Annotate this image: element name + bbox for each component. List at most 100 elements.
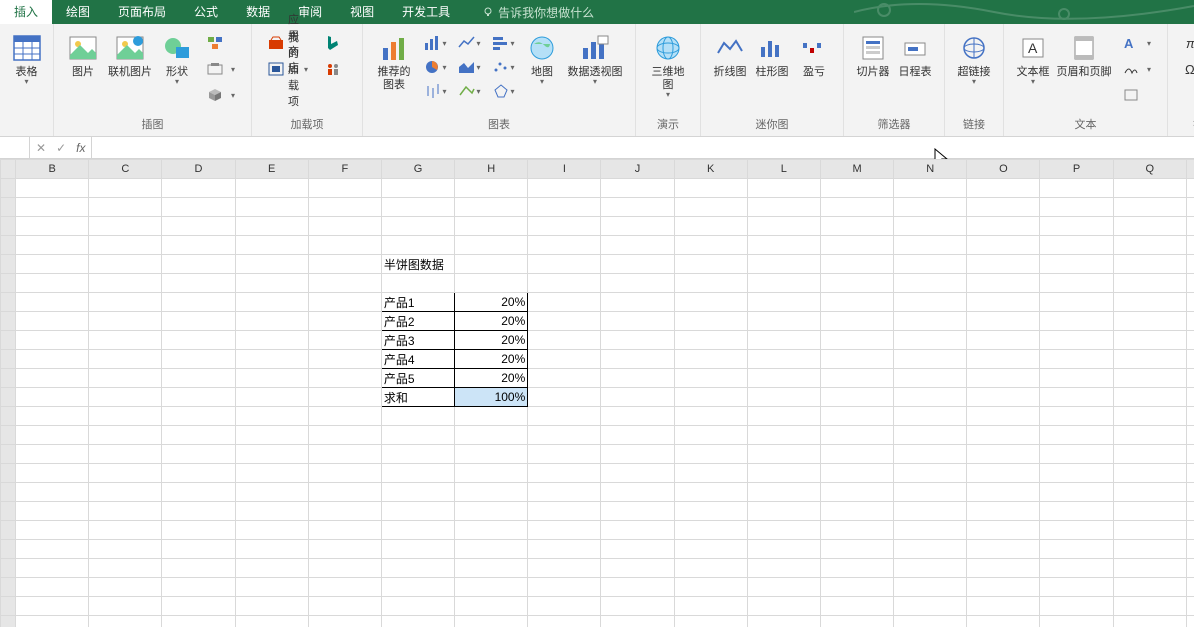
cell[interactable] xyxy=(894,255,967,274)
cell[interactable] xyxy=(455,236,528,255)
cell[interactable] xyxy=(455,445,528,464)
cell[interactable] xyxy=(967,445,1040,464)
column-header[interactable]: C xyxy=(89,160,162,179)
cell[interactable] xyxy=(820,483,893,502)
cell[interactable] xyxy=(747,407,820,426)
cell[interactable] xyxy=(16,426,89,445)
tab-draw[interactable]: 绘图 xyxy=(52,0,104,24)
column-header[interactable]: I xyxy=(528,160,601,179)
cell[interactable] xyxy=(747,312,820,331)
cell[interactable] xyxy=(1113,597,1186,616)
cell[interactable] xyxy=(1113,616,1186,627)
cell[interactable] xyxy=(528,388,601,407)
cell[interactable] xyxy=(1113,255,1186,274)
cell[interactable] xyxy=(1040,407,1113,426)
cell[interactable] xyxy=(528,274,601,293)
table-button[interactable]: 表格 ▾ xyxy=(8,30,45,86)
picture-button[interactable]: 图片 xyxy=(62,30,104,79)
cell[interactable] xyxy=(1186,198,1194,217)
cell[interactable] xyxy=(455,179,528,198)
column-header[interactable]: K xyxy=(674,160,747,179)
cell[interactable] xyxy=(747,426,820,445)
cell[interactable] xyxy=(235,559,308,578)
cell[interactable] xyxy=(89,426,162,445)
cell[interactable] xyxy=(820,559,893,578)
equation-button[interactable]: π 公式▾ xyxy=(1180,32,1194,54)
cell[interactable] xyxy=(162,407,235,426)
cell[interactable] xyxy=(1113,407,1186,426)
cell[interactable] xyxy=(162,350,235,369)
cell[interactable] xyxy=(89,350,162,369)
cell[interactable] xyxy=(1113,312,1186,331)
cell[interactable] xyxy=(674,464,747,483)
cell[interactable] xyxy=(674,331,747,350)
cell[interactable] xyxy=(674,578,747,597)
cell[interactable] xyxy=(601,198,674,217)
cell[interactable] xyxy=(455,502,528,521)
cell[interactable] xyxy=(455,521,528,540)
column-chart-button[interactable]: ▾ xyxy=(421,32,449,54)
cell[interactable] xyxy=(820,331,893,350)
cell[interactable] xyxy=(89,198,162,217)
cell[interactable] xyxy=(820,179,893,198)
cell[interactable] xyxy=(1040,236,1113,255)
cell[interactable] xyxy=(1113,464,1186,483)
cell[interactable] xyxy=(820,597,893,616)
cell[interactable] xyxy=(894,350,967,369)
cell[interactable] xyxy=(308,236,381,255)
cell[interactable] xyxy=(1040,559,1113,578)
cell[interactable] xyxy=(162,540,235,559)
cell[interactable]: 产品5 xyxy=(381,369,454,388)
sparkline-winloss-button[interactable]: 盈亏 xyxy=(793,30,835,79)
cell[interactable]: 产品3 xyxy=(381,331,454,350)
cell[interactable] xyxy=(1113,578,1186,597)
cell[interactable] xyxy=(601,388,674,407)
cell[interactable] xyxy=(1040,616,1113,627)
cell[interactable] xyxy=(89,293,162,312)
cell[interactable] xyxy=(308,483,381,502)
scatter-chart-button[interactable]: ▾ xyxy=(489,56,517,78)
cell[interactable] xyxy=(1040,293,1113,312)
cell[interactable] xyxy=(1186,445,1194,464)
cell[interactable] xyxy=(674,198,747,217)
cell[interactable] xyxy=(528,179,601,198)
cell[interactable] xyxy=(820,616,893,627)
cell[interactable] xyxy=(601,350,674,369)
enter-button[interactable]: ✓ xyxy=(56,141,66,155)
cell[interactable] xyxy=(1186,483,1194,502)
cell[interactable] xyxy=(674,445,747,464)
cell[interactable] xyxy=(308,616,381,627)
cell[interactable] xyxy=(235,236,308,255)
cell[interactable] xyxy=(89,464,162,483)
cell[interactable] xyxy=(674,369,747,388)
cell[interactable] xyxy=(601,179,674,198)
cell[interactable] xyxy=(747,293,820,312)
map3d-button[interactable]: 三维地 图 ▾ xyxy=(644,30,692,99)
cell[interactable] xyxy=(601,597,674,616)
cell[interactable]: 半饼图数据 xyxy=(381,255,454,274)
cell[interactable] xyxy=(820,578,893,597)
cell[interactable] xyxy=(381,483,454,502)
cell[interactable] xyxy=(308,369,381,388)
cell[interactable] xyxy=(967,179,1040,198)
cell[interactable] xyxy=(747,616,820,627)
cell[interactable] xyxy=(16,388,89,407)
cell[interactable] xyxy=(528,312,601,331)
cell[interactable] xyxy=(1040,255,1113,274)
cell[interactable] xyxy=(820,293,893,312)
cell[interactable] xyxy=(1113,540,1186,559)
cell[interactable] xyxy=(1186,597,1194,616)
cell[interactable] xyxy=(747,559,820,578)
cell[interactable] xyxy=(1113,369,1186,388)
cell[interactable] xyxy=(89,616,162,627)
cell[interactable] xyxy=(894,559,967,578)
cell[interactable] xyxy=(308,350,381,369)
cell[interactable] xyxy=(16,217,89,236)
cell[interactable] xyxy=(894,445,967,464)
column-header[interactable]: M xyxy=(820,160,893,179)
cell[interactable] xyxy=(1040,312,1113,331)
cell[interactable] xyxy=(601,445,674,464)
cell[interactable] xyxy=(820,312,893,331)
cell[interactable] xyxy=(455,483,528,502)
cell[interactable] xyxy=(235,597,308,616)
